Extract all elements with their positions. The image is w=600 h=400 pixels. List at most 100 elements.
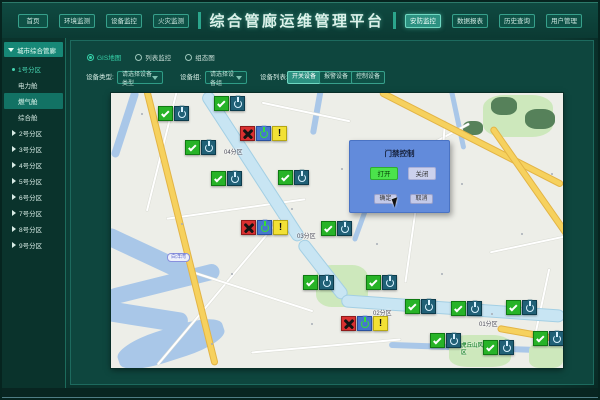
- nav-user-mgmt-button[interactable]: 用户管理: [546, 14, 582, 28]
- power-icon: [257, 220, 272, 235]
- control-device-button[interactable]: 控制设备: [351, 71, 385, 84]
- sidebar-item-zone9[interactable]: 9号分区: [2, 237, 65, 253]
- check-icon: [366, 275, 381, 290]
- zone-label: 03分区: [297, 231, 316, 240]
- device-marker-ok[interactable]: [211, 171, 242, 186]
- sidebar-header-label: 城市综合管廊: [17, 45, 56, 55]
- radio-icon: [135, 54, 142, 61]
- device-marker-ok[interactable]: [451, 301, 482, 316]
- map-park: [529, 343, 563, 368]
- chevron-down-icon: [236, 76, 242, 80]
- power-icon: [294, 170, 309, 185]
- device-marker-ok[interactable]: [158, 106, 189, 121]
- map-road: [194, 272, 314, 313]
- chevron-down-icon: [152, 76, 158, 80]
- gis-map[interactable]: 04分区03分区02分区01分区 白洋湾虎丘山风景区 !!! 门禁控制 打开 关…: [111, 93, 563, 368]
- map-road: [251, 338, 401, 353]
- chevron-down-icon: [8, 48, 14, 52]
- device-marker-ok[interactable]: [506, 300, 537, 315]
- device-marker-ok[interactable]: [321, 221, 352, 236]
- nav-device-monitor-button[interactable]: 设备监控: [106, 14, 142, 28]
- sidebar-item-label: 2号分区: [19, 128, 42, 138]
- power-icon: [467, 301, 482, 316]
- nav-report-button[interactable]: 数据报表: [452, 14, 488, 28]
- map-place-label: 白洋湾: [167, 253, 190, 262]
- power-icon: [256, 126, 271, 141]
- device-marker-ok[interactable]: [366, 275, 397, 290]
- app-window: 首页 环境监测 设备监控 火灾监测 综合管廊运维管理平台 安防监控 数据报表 历…: [0, 0, 600, 400]
- sidebar-item-power-cabin[interactable]: 电力舱: [2, 77, 65, 93]
- chevron-right-icon: [12, 162, 16, 168]
- title-decor-bar-right: [393, 12, 396, 29]
- map-trees: [491, 97, 517, 115]
- device-marker-alarm[interactable]: !: [241, 220, 288, 235]
- sidebar-item-zone1[interactable]: 1号分区: [2, 61, 65, 77]
- device-marker-ok[interactable]: [185, 140, 216, 155]
- nav-history-button[interactable]: 历史查询: [499, 14, 535, 28]
- nav-environment-button[interactable]: 环境监测: [59, 14, 95, 28]
- sidebar-item-label: 5号分区: [19, 176, 42, 186]
- nav-left-group: 首页 环境监测 设备监控 火灾监测: [18, 14, 189, 28]
- sidebar-item-label: 1号分区: [18, 64, 41, 74]
- device-group-label: 设备组:: [180, 71, 201, 85]
- nav-fire-monitor-button[interactable]: 火灾监测: [153, 14, 189, 28]
- error-x-icon: [241, 220, 256, 235]
- device-marker-ok[interactable]: [214, 96, 245, 111]
- filter-bar: 设备类型: 请选择设备类型 设备组: 请选择设备组 设备列表: 开关设备 报警设…: [71, 71, 593, 87]
- device-marker-alarm[interactable]: !: [341, 316, 388, 331]
- sidebar-item-label: 7号分区: [19, 208, 42, 218]
- check-icon: [278, 170, 293, 185]
- sidebar-item-zone2[interactable]: 2号分区: [2, 125, 65, 141]
- radio-config-diagram[interactable]: 组态图: [185, 52, 215, 62]
- device-group-select[interactable]: 请选择设备组: [205, 71, 247, 84]
- close-door-button[interactable]: 关闭: [408, 167, 436, 180]
- power-icon: [499, 340, 514, 355]
- check-icon: [430, 333, 445, 348]
- power-icon: [446, 333, 461, 348]
- device-group-value: 请选择设备组: [210, 69, 236, 87]
- sidebar-item-utility-cabin[interactable]: 综合舱: [2, 109, 65, 125]
- radio-list-monitor[interactable]: 列表监控: [135, 52, 171, 62]
- check-icon: [158, 106, 173, 121]
- device-marker-ok[interactable]: [533, 331, 563, 346]
- map-trees: [525, 109, 555, 129]
- nav-security-button[interactable]: 安防监控: [405, 14, 441, 28]
- device-marker-ok[interactable]: [430, 333, 461, 348]
- radio-icon: [185, 54, 192, 61]
- device-marker-ok[interactable]: [303, 275, 334, 290]
- sidebar-item-gas-cabin[interactable]: 燃气舱: [4, 93, 63, 109]
- title-area: 综合管廊运维管理平台: [198, 10, 395, 31]
- sidebar-item-zone8[interactable]: 8号分区: [2, 221, 65, 237]
- sidebar-item-zone7[interactable]: 7号分区: [2, 205, 65, 221]
- title-decor-bar-left: [198, 12, 201, 29]
- map-road: [490, 231, 563, 254]
- radio-label: 列表监控: [145, 52, 171, 62]
- sidebar-item-zone4[interactable]: 4号分区: [2, 157, 65, 173]
- chevron-right-icon: [12, 242, 16, 248]
- sidebar-item-zone3[interactable]: 3号分区: [2, 141, 65, 157]
- device-marker-ok[interactable]: [278, 170, 309, 185]
- map-water: [111, 93, 140, 159]
- device-marker-alarm[interactable]: !: [240, 126, 287, 141]
- nav-home-button[interactable]: 首页: [18, 14, 48, 28]
- sidebar-item-zone5[interactable]: 5号分区: [2, 173, 65, 189]
- power-icon: [319, 275, 334, 290]
- sidebar-item-zone6[interactable]: 6号分区: [2, 189, 65, 205]
- power-icon: [549, 331, 563, 346]
- power-icon: [174, 106, 189, 121]
- sidebar-item-label: 燃气舱: [18, 96, 38, 106]
- radio-gis-map[interactable]: GIS地图: [87, 52, 121, 62]
- check-icon: [405, 299, 420, 314]
- open-door-button[interactable]: 打开: [370, 167, 398, 180]
- cancel-button[interactable]: 取消: [410, 194, 433, 204]
- sidebar-item-label: 3号分区: [19, 144, 42, 154]
- device-type-select[interactable]: 请选择设备类型: [117, 71, 163, 84]
- switch-device-button[interactable]: 开关设备: [287, 71, 321, 84]
- device-marker-ok[interactable]: [405, 299, 436, 314]
- check-icon: [483, 340, 498, 355]
- device-marker-ok[interactable]: [483, 340, 514, 355]
- alarm-device-button[interactable]: 报警设备: [319, 71, 353, 84]
- sidebar-item-label: 综合舱: [18, 112, 38, 122]
- sidebar-header[interactable]: 城市综合管廊: [4, 42, 63, 57]
- check-icon: [506, 300, 521, 315]
